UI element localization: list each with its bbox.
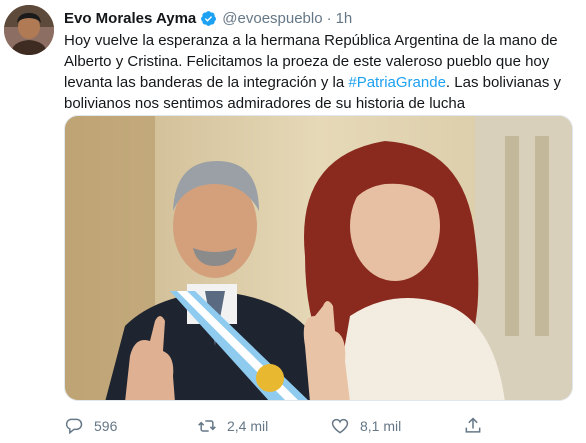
reply-button[interactable]: 596 — [64, 416, 197, 436]
reply-count: 596 — [94, 418, 118, 434]
author-avatar[interactable] — [4, 5, 54, 55]
like-button[interactable]: 8,1 mil — [330, 416, 463, 436]
share-icon — [465, 417, 481, 433]
retweet-button[interactable]: 2,4 mil — [197, 416, 330, 436]
tweet-actions: 596 2,4 mil 8,1 mil — [64, 414, 544, 438]
retweet-icon — [198, 420, 216, 432]
verified-badge-icon — [200, 10, 217, 27]
heart-icon — [331, 418, 349, 434]
hashtag-link[interactable]: #PatriaGrande — [348, 74, 446, 91]
attached-photo[interactable] — [64, 115, 573, 401]
author-name[interactable]: Evo Morales Ayma — [64, 10, 196, 27]
reply-icon — [65, 418, 83, 435]
retweet-count: 2,4 mil — [227, 418, 269, 434]
tweet-timestamp[interactable]: 1h — [336, 10, 353, 27]
tweet-text: Hoy vuelve la esperanza a la hermana Rep… — [64, 30, 579, 114]
author-handle[interactable]: @evoespueblo — [222, 10, 322, 27]
tweet-header: Evo Morales Ayma @evoespueblo · 1h — [64, 8, 352, 28]
header-separator: · — [326, 9, 332, 27]
like-count: 8,1 mil — [360, 418, 402, 434]
tweet-card[interactable]: Evo Morales Ayma @evoespueblo · 1h Hoy v… — [0, 0, 586, 443]
share-button[interactable] — [463, 416, 503, 436]
